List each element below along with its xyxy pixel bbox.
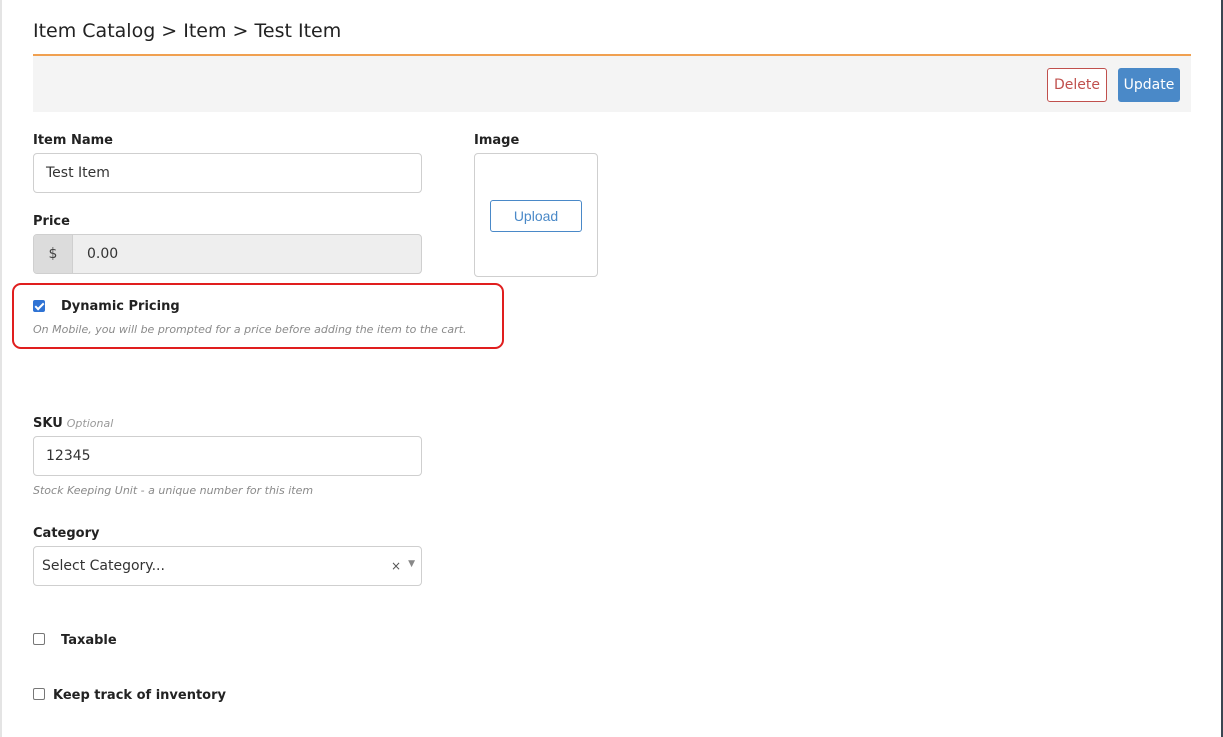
window-edge-left (0, 0, 2, 737)
delete-button[interactable]: Delete (1047, 68, 1107, 102)
chevron-down-icon[interactable]: ▼ (408, 559, 415, 569)
inventory-label: Keep track of inventory (53, 688, 226, 703)
sku-input[interactable]: 12345 (33, 436, 422, 476)
image-label: Image (474, 133, 520, 148)
sku-label-text: SKU (33, 416, 63, 431)
upload-button[interactable]: Upload (490, 200, 582, 232)
category-select[interactable]: Select Category... × ▼ (33, 546, 422, 586)
price-input[interactable]: 0.00 (73, 235, 421, 273)
price-input-group: $ 0.00 (33, 234, 422, 274)
taxable-label: Taxable (61, 633, 117, 648)
dynamic-pricing-label: Dynamic Pricing (61, 299, 180, 314)
annotation-highlight-box (12, 283, 504, 349)
sku-optional-tag: Optional (66, 417, 114, 430)
clear-icon[interactable]: × (391, 559, 401, 573)
image-dropzone: Upload (474, 153, 598, 277)
price-label: Price (33, 214, 70, 229)
item-name-input[interactable]: Test Item (33, 153, 422, 193)
sku-label: SKU Optional (33, 416, 113, 431)
currency-addon: $ (34, 235, 73, 273)
dynamic-pricing-checkbox[interactable] (33, 300, 45, 312)
inventory-checkbox[interactable] (33, 688, 45, 700)
breadcrumb: Item Catalog > Item > Test Item (33, 20, 342, 42)
taxable-checkbox[interactable] (33, 633, 45, 645)
category-placeholder: Select Category... (42, 558, 165, 574)
dynamic-pricing-help: On Mobile, you will be prompted for a pr… (33, 323, 467, 336)
item-name-label: Item Name (33, 133, 113, 148)
category-label: Category (33, 526, 100, 541)
update-button[interactable]: Update (1118, 68, 1180, 102)
action-toolbar: Delete Update (33, 56, 1191, 112)
sku-help: Stock Keeping Unit - a unique number for… (33, 484, 314, 497)
